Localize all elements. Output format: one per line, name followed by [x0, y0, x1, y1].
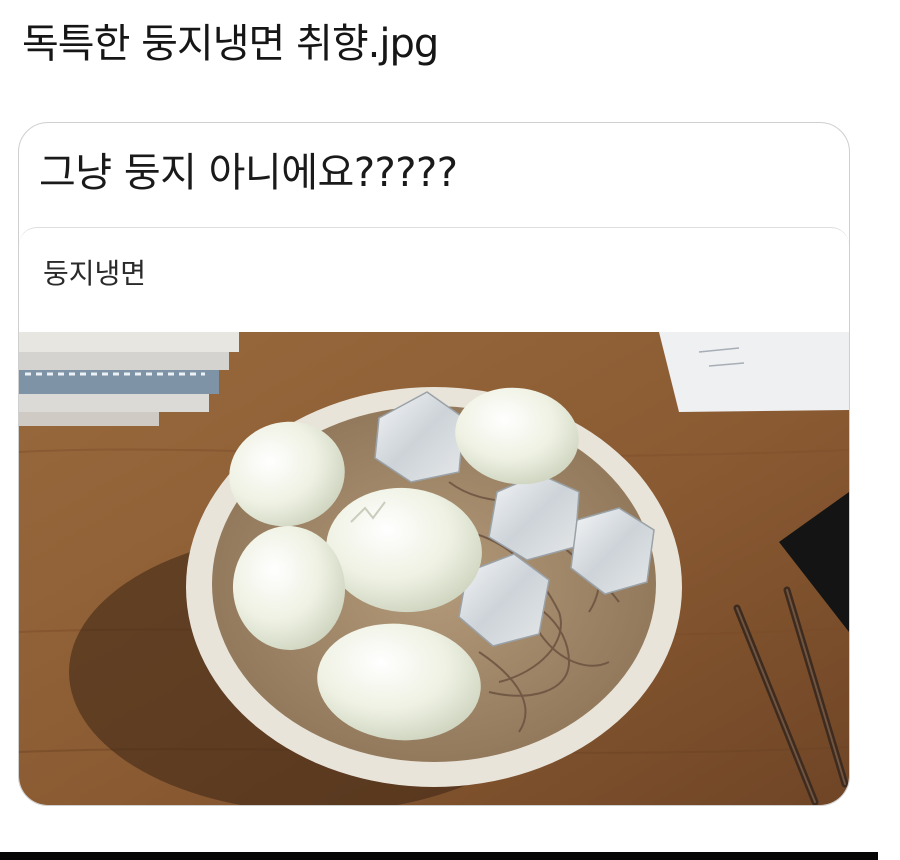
naengmyeon-photo: [19, 332, 849, 805]
bottom-divider: [0, 852, 878, 860]
paper-sheet: [659, 332, 849, 412]
post-text: 그냥 둥지 아니에요?????: [39, 150, 458, 196]
page-title: 독특한 둥지냉면 취향.jpg: [22, 21, 439, 67]
notebook-stack: [19, 332, 239, 426]
quoted-post-label: 둥지냉면: [43, 257, 147, 290]
quoted-post-card[interactable]: 둥지냉면: [19, 227, 849, 805]
post-card[interactable]: 그냥 둥지 아니에요????? 둥지냉면: [18, 122, 850, 806]
